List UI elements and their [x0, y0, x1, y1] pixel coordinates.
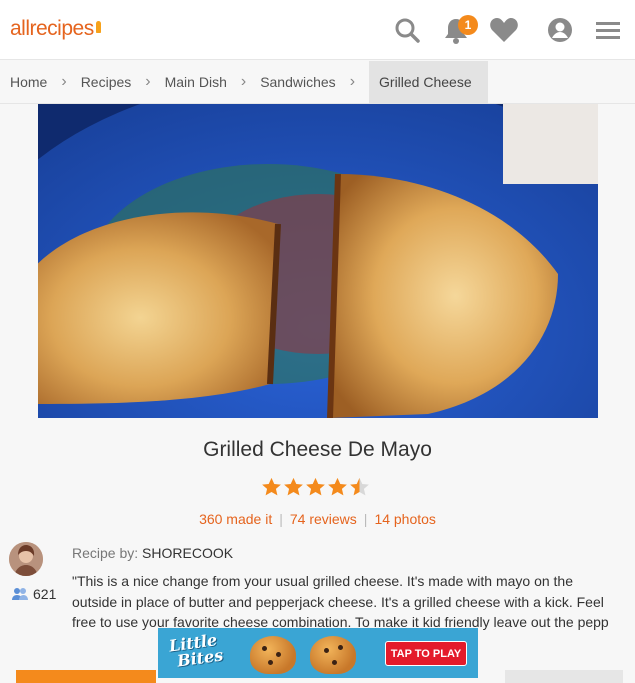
notification-badge[interactable]: 1 [458, 15, 478, 35]
breadcrumb-label: Main Dish [164, 74, 227, 90]
menu-icon[interactable] [592, 14, 624, 46]
star-icon [328, 477, 347, 496]
reviews-link[interactable]: 74 reviews [290, 511, 357, 527]
divider: | [279, 511, 283, 527]
breadcrumb-home[interactable]: Home [10, 61, 47, 104]
made-it-link[interactable]: 360 made it [199, 511, 272, 527]
divider: | [363, 511, 368, 527]
star-rating[interactable] [261, 477, 370, 497]
breadcrumb-label: Recipes [80, 74, 132, 90]
tab[interactable] [505, 670, 623, 683]
followers-count[interactable]: 621 [12, 586, 56, 602]
user-icon[interactable] [544, 14, 576, 46]
recipe-description: "This is a nice change from your usual g… [72, 573, 609, 630]
recipe-by-label: Recipe by: [72, 545, 139, 561]
logo-mark-icon [95, 21, 101, 33]
star-icon [262, 477, 281, 496]
recipe-author: Recipe by: SHORECOOK [72, 545, 233, 561]
followers-number: 621 [33, 586, 57, 602]
ad-brand-logo: Little Bites [168, 630, 225, 671]
heart-icon[interactable] [488, 14, 520, 46]
star-icon [306, 477, 325, 496]
chevron-right-icon: › [240, 73, 247, 90]
chevron-right-icon: › [145, 73, 151, 90]
muffin-image [310, 636, 356, 674]
avatar[interactable] [9, 542, 43, 576]
star-icon [284, 477, 303, 496]
search-icon[interactable] [391, 14, 423, 46]
recipe-title: Grilled Cheese De Mayo [203, 438, 432, 461]
ad-brand-line2: Bites [175, 645, 225, 671]
author-name[interactable]: SHORECOOK [142, 545, 233, 561]
tab-active[interactable] [16, 670, 156, 683]
breadcrumb-main-dish[interactable]: Main Dish [165, 61, 227, 104]
breadcrumb: Home › Recipes › Main Dish › Sandwiches … [0, 60, 635, 104]
breadcrumb-current[interactable]: Grilled Cheese [369, 60, 488, 104]
logo-text: allrecipes [10, 17, 94, 40]
chevron-right-icon: › [349, 73, 356, 90]
photos-link[interactable]: 14 photos [374, 511, 436, 527]
breadcrumb-label: Sandwiches [260, 74, 336, 90]
breadcrumb-label: Home [10, 74, 48, 90]
recipe-stats: 360 made it | 74 reviews | 14 photos [0, 511, 635, 527]
breadcrumb-sandwiches[interactable]: Sandwiches [260, 61, 336, 104]
half-star-icon [350, 477, 369, 496]
breadcrumb-recipes[interactable]: Recipes [81, 61, 132, 104]
advertisement-banner[interactable]: Little Bites TAP TO PLAY [158, 628, 478, 678]
top-navigation-bar: allrecipes 1 [0, 0, 635, 60]
people-icon [12, 588, 28, 600]
muffin-image [250, 636, 296, 674]
chevron-right-icon: › [61, 73, 67, 90]
tap-to-play-button[interactable]: TAP TO PLAY [385, 641, 467, 666]
breadcrumb-label: Grilled Cheese [379, 74, 472, 90]
recipe-photo[interactable] [38, 104, 598, 418]
allrecipes-logo[interactable]: allrecipes [10, 17, 101, 41]
